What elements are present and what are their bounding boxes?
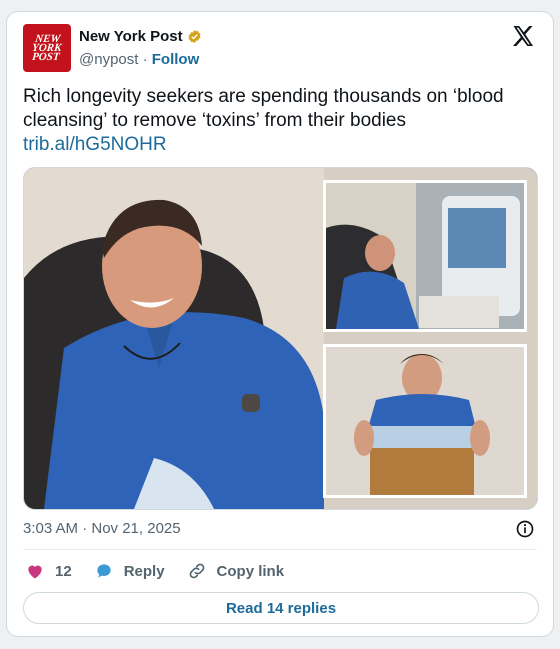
author-name[interactable]: New York Post — [79, 28, 183, 45]
separator-dot: · — [142, 51, 148, 68]
info-icon[interactable] — [515, 519, 535, 539]
author-handle[interactable]: @nypost — [79, 51, 138, 68]
speech-bubble-icon — [97, 564, 111, 578]
like-count: 12 — [55, 562, 72, 580]
tweet-text: Rich longevity seekers are spending thou… — [23, 85, 543, 157]
verified-badge-icon — [188, 29, 201, 44]
divider — [23, 549, 537, 550]
follow-button[interactable]: Follow — [152, 51, 200, 68]
tweet-timestamp[interactable]: 3:03 AM · Nov 21, 2025 — [23, 520, 181, 537]
avatar[interactable]: NEW YORK POST — [23, 24, 71, 72]
tweet-image[interactable] — [23, 167, 538, 510]
tweet-body: Rich longevity seekers are spending thou… — [23, 86, 504, 131]
copy-link-button[interactable]: Copy link — [187, 561, 285, 581]
link-icon — [189, 563, 204, 579]
action-bar: 12 Reply Copy link — [25, 561, 306, 581]
x-logo-icon[interactable] — [511, 24, 535, 48]
tweet-link[interactable]: trib.al/hG5NOHR — [23, 133, 543, 157]
reply-button[interactable]: Reply — [94, 561, 165, 581]
photo-collage — [24, 168, 537, 509]
author-row: New York Post — [79, 28, 202, 45]
heart-icon — [28, 565, 42, 579]
handle-row: @nypost · Follow — [79, 51, 199, 68]
read-replies-button[interactable]: Read 14 replies — [23, 592, 539, 624]
nypost-logo: NEW YORK POST — [31, 32, 63, 63]
copy-link-label: Copy link — [216, 562, 285, 580]
reply-label: Reply — [123, 562, 165, 580]
like-button[interactable]: 12 — [25, 561, 72, 581]
tweet-card: NEW YORK POST New York Post @nypost · Fo… — [6, 11, 554, 637]
